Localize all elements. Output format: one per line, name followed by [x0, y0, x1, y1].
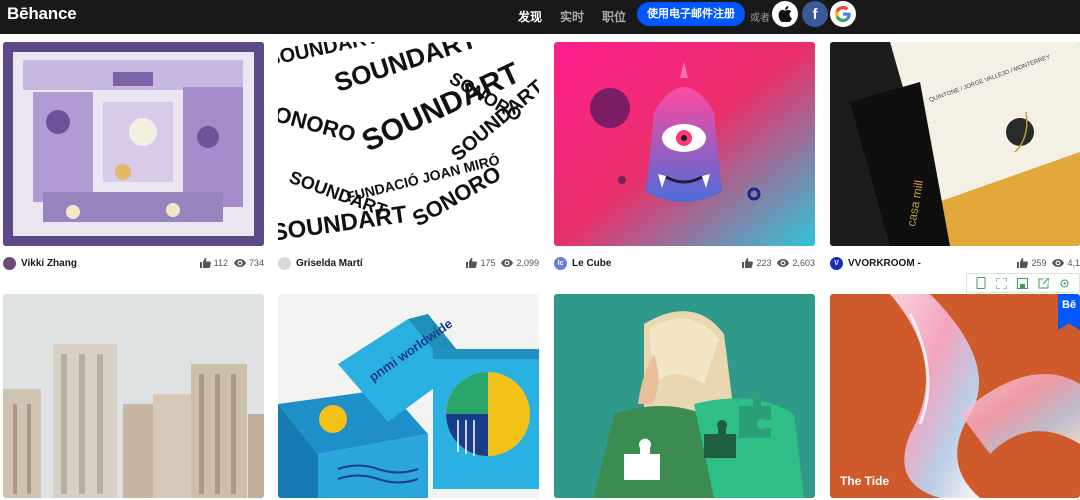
- project-thumbnail[interactable]: [554, 42, 815, 246]
- typography-image: SOUNDART SOUNDART SONORO SOUNDART SOUNDA…: [278, 42, 539, 246]
- packaging-photo: pnmi worldwide: [278, 294, 539, 498]
- settings-icon[interactable]: [1057, 276, 1072, 291]
- likes-count: 223: [756, 258, 772, 268]
- views-count: 2,099: [516, 258, 539, 268]
- views-stat: 734: [233, 258, 264, 268]
- eye-icon: [501, 259, 514, 267]
- thumbs-up-icon: [199, 258, 211, 268]
- quick-actions-toolbar: [966, 273, 1080, 293]
- owner-name[interactable]: Vikki Zhang: [21, 258, 194, 269]
- likes-stat: 223: [742, 258, 771, 268]
- project-meta: Vikki Zhang 112 734: [3, 254, 264, 272]
- views-count: 2,603: [792, 258, 815, 268]
- likes-stat: 259: [1017, 258, 1046, 268]
- views-stat: 2,099: [501, 258, 539, 268]
- main-nav: 发现 实时 职位: [518, 8, 626, 25]
- buildings-photo: [3, 294, 264, 498]
- likes-stat: 112: [199, 258, 228, 268]
- thumbs-up-icon: [742, 258, 754, 268]
- project-thumbnail[interactable]: pnmi worldwide: [278, 294, 539, 498]
- illustration-image: [3, 42, 264, 246]
- project-thumbnail[interactable]: SOUNDART SOUNDART SONORO SOUNDART SOUNDA…: [278, 42, 539, 246]
- eye-icon: [233, 259, 246, 267]
- project-meta: V VVORKROOM - 259 4,1: [830, 254, 1080, 272]
- save-icon[interactable]: [1015, 276, 1030, 291]
- nav-discover[interactable]: 发现: [518, 8, 542, 25]
- likes-stat: 175: [466, 258, 495, 268]
- project-meta: Griselda Martí 175 2,099: [278, 254, 539, 272]
- owner-avatar[interactable]: [3, 256, 16, 270]
- behance-logo[interactable]: Bēhance: [7, 4, 77, 24]
- project-thumbnail[interactable]: casa mill QUINTONE / JORGE VALLEJO / MON…: [830, 42, 1080, 246]
- project-thumbnail[interactable]: [3, 294, 264, 498]
- owner-name[interactable]: VVORKROOM -: [848, 258, 1011, 269]
- project-thumbnail[interactable]: [554, 294, 815, 498]
- eye-icon: [777, 259, 790, 267]
- top-navigation-bar: Bēhance 发现 实时 职位 使用电子邮件注册 或者 f: [0, 0, 1080, 34]
- project-thumbnail[interactable]: The Tide Bē: [830, 294, 1080, 498]
- mobile-view-icon[interactable]: [973, 276, 988, 291]
- expand-icon[interactable]: [994, 276, 1009, 291]
- tide-artwork: [830, 294, 1080, 498]
- owner-name[interactable]: Griselda Martí: [296, 258, 460, 269]
- apple-signin-button[interactable]: [772, 1, 798, 27]
- thumbs-up-icon: [1017, 258, 1029, 268]
- or-label: 或者: [750, 13, 770, 24]
- facebook-signin-button[interactable]: f: [802, 1, 828, 27]
- project-thumbnail[interactable]: [3, 42, 264, 246]
- facebook-icon: f: [812, 5, 818, 23]
- likes-count: 112: [213, 258, 228, 268]
- google-icon: [835, 6, 851, 22]
- owner-avatar-text: V: [834, 259, 839, 267]
- likes-count: 259: [1031, 258, 1047, 268]
- likes-count: 175: [480, 258, 496, 268]
- views-stat: 4,1: [1052, 258, 1080, 268]
- eye-icon: [1052, 259, 1065, 267]
- owner-avatar[interactable]: V: [830, 256, 843, 270]
- nav-live[interactable]: 实时: [560, 8, 584, 25]
- branding-image: casa mill QUINTONE / JORGE VALLEJO / MON…: [830, 42, 1080, 246]
- project-title[interactable]: The Tide: [840, 474, 889, 488]
- puzzle-illustration: [554, 294, 815, 498]
- views-count: 734: [248, 258, 264, 268]
- cyclops-illustration: [554, 42, 815, 246]
- owner-name[interactable]: Le Cube: [572, 258, 736, 269]
- google-signin-button[interactable]: [830, 1, 856, 27]
- project-meta: lc Le Cube 223 2,603: [554, 254, 815, 272]
- signup-email-button[interactable]: 使用电子邮件注册: [637, 2, 745, 26]
- owner-avatar[interactable]: lc: [554, 256, 567, 270]
- owner-avatar-text: lc: [557, 259, 564, 267]
- views-count: 4,1: [1067, 258, 1080, 268]
- owner-avatar[interactable]: [278, 256, 291, 270]
- views-stat: 2,603: [777, 258, 815, 268]
- nav-jobs[interactable]: 职位: [602, 8, 626, 25]
- thumbs-up-icon: [466, 258, 478, 268]
- share-icon[interactable]: [1036, 276, 1051, 291]
- apple-icon: [778, 6, 792, 22]
